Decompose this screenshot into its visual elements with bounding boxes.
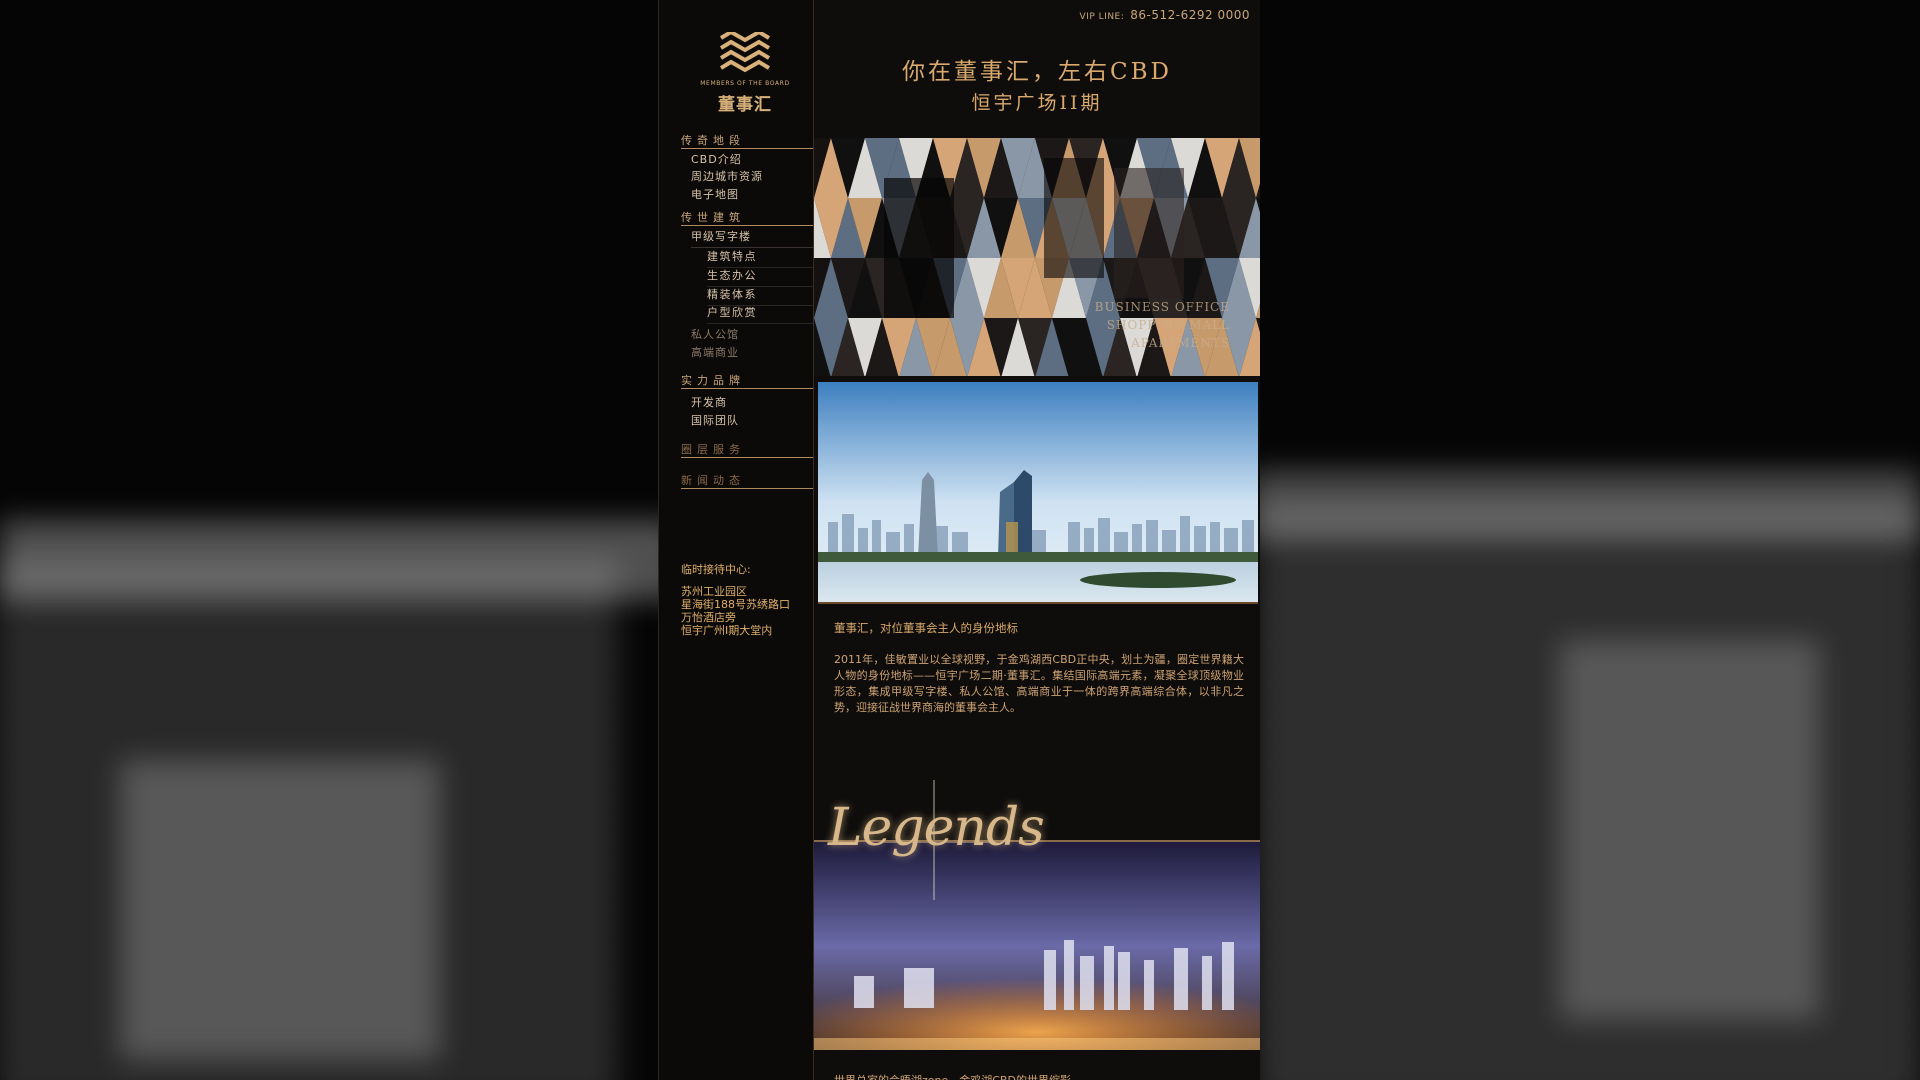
legends-title: Legends [828, 798, 1045, 858]
slogan-sub: 恒宇广场II期 [971, 92, 1103, 114]
brand-logo[interactable]: MEMBERS OF THE BOARD 董事汇 [683, 29, 807, 116]
logo-english: MEMBERS OF THE BOARD [700, 80, 790, 87]
nav-item-team[interactable]: 国际团队 [691, 412, 739, 428]
collage-caption: BUSINESS OFFICE SHOPPING MALL APARTMENTS [1095, 298, 1230, 352]
vip-line: VIP LINE: 86-512-6292 0000 [1080, 8, 1250, 22]
nav-sub-features[interactable]: 建筑特点 [707, 248, 813, 268]
vip-label: VIP LINE: [1079, 12, 1125, 22]
skyline-image [818, 382, 1258, 602]
nav-head-brand[interactable]: 实力品牌 [681, 372, 813, 389]
nav-head-news[interactable]: 新闻动态 [681, 472, 813, 489]
reception-line: 万怡酒店旁 [681, 611, 736, 624]
nav-item-map[interactable]: 电子地图 [691, 186, 739, 202]
intro-paragraph: 2011年，佳敏置业以全球视野，于金鸡湖西CBD正中央，划土为疆，圈定世界籍大人… [834, 653, 1244, 714]
city-skyline-photo [818, 382, 1258, 604]
slogan-main: 你在董事汇，左右CBD [902, 59, 1172, 85]
reception-info: 临时接待中心: 苏州工业园区 星海街188号苏绣路口 万怡酒店旁 恒宇广州Ⅰ期大… [681, 563, 811, 637]
nav-head-location[interactable]: 传奇地段 [681, 132, 813, 149]
nav-head-architecture[interactable]: 传世建筑 [681, 209, 813, 226]
reception-title: 临时接待中心: [681, 563, 751, 576]
reception-line: 恒宇广州Ⅰ期大堂内 [681, 624, 773, 637]
reception-line: 苏州工业园区 [681, 585, 747, 598]
nav-head-services[interactable]: 圈层服务 [681, 441, 813, 458]
intro-heading: 董事汇，对位董事会主人的身份地标 [834, 621, 1018, 635]
triangle-collage: BUSINESS OFFICE SHOPPING MALL APARTMENTS [814, 138, 1260, 376]
nav-item-developer[interactable]: 开发商 [691, 394, 727, 410]
bottom-caption: 世界总家的会晤湖zone，金鸡湖CBD的世界缩影 [834, 1072, 1071, 1080]
logo-chinese: 董事汇 [718, 95, 772, 115]
nav-item-residence[interactable]: 私人公馆 [691, 326, 739, 342]
collage-caption-line: SHOPPING MALL [1106, 318, 1230, 332]
site-page: MEMBERS OF THE BOARD 董事汇 传奇地段 CBD介绍 周边城市… [658, 0, 1260, 1080]
legends-night-photo: Legends [814, 780, 1260, 1050]
nav-sub-eco-office[interactable]: 生态办公 [707, 267, 813, 287]
nav-item-office[interactable]: 甲级写字楼 [691, 228, 813, 248]
logo-emblem-icon [719, 29, 771, 73]
sidebar: MEMBERS OF THE BOARD 董事汇 传奇地段 CBD介绍 周边城市… [659, 0, 813, 1080]
collage-caption-line: BUSINESS OFFICE [1094, 300, 1230, 314]
main-content: VIP LINE: 86-512-6292 0000 你在董事汇，左右CBD 恒宇… [813, 0, 1260, 1080]
collage-caption-line: APARTMENTS [1131, 336, 1230, 350]
nav-sub-floorplans[interactable]: 户型欣赏 [707, 304, 813, 324]
nav-sub-finishing[interactable]: 精装体系 [707, 286, 813, 306]
vip-number: 86-512-6292 0000 [1130, 8, 1250, 22]
reception-line: 星海街188号苏绣路口 [681, 598, 790, 611]
nav-item-commerce[interactable]: 高端商业 [691, 344, 739, 360]
nav-item-resources[interactable]: 周边城市资源 [691, 168, 763, 184]
nav-item-cbd[interactable]: CBD介绍 [691, 151, 742, 167]
